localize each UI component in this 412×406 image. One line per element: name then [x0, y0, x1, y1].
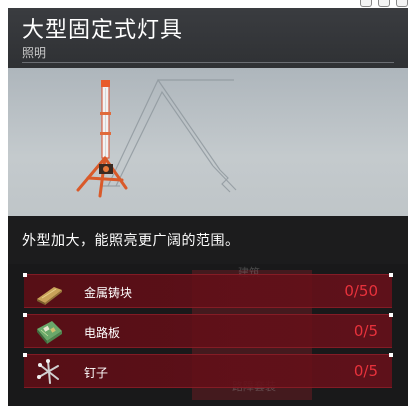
row-corner-marker	[23, 353, 27, 357]
material-name: 电路板	[84, 326, 121, 340]
maximize-button[interactable]	[378, 0, 390, 7]
material-row: 金属铸块 0/50	[23, 273, 393, 308]
window-controls	[360, 0, 408, 7]
material-count: 0/5	[353, 322, 378, 340]
row-corner-marker	[389, 353, 393, 357]
header-divider	[22, 62, 394, 63]
row-corner-marker	[23, 313, 27, 317]
metal-ingot-icon	[37, 287, 62, 305]
material-row: 钉子 0/5	[23, 353, 393, 388]
item-description: 外型加大，能照亮更广阔的范围。	[22, 233, 240, 249]
row-corner-marker	[23, 273, 27, 277]
material-name: 钉子	[84, 366, 109, 380]
item-preview	[8, 68, 408, 216]
item-title: 大型固定式灯具	[22, 18, 184, 43]
material-name: 金属铸块	[84, 286, 133, 300]
circuit-board-icon	[37, 321, 62, 344]
item-category: 照明	[22, 46, 47, 60]
material-row: 电路板 0/5	[23, 313, 393, 348]
row-corner-marker	[389, 273, 393, 277]
floodlight-model	[76, 80, 128, 198]
material-count: 0/50	[344, 282, 378, 300]
minimize-button[interactable]	[360, 0, 372, 7]
nails-icon	[37, 359, 59, 384]
row-corner-marker	[389, 313, 393, 317]
item-info-panel: 大型固定式灯具 照明 外型加大，能照亮更广阔的范围。 建筑 金属铸块 0/50 …	[8, 8, 408, 406]
preview-image	[76, 78, 237, 198]
panel-header: 大型固定式灯具 照明	[8, 8, 408, 68]
close-button[interactable]	[396, 0, 408, 7]
material-count: 0/5	[353, 362, 378, 380]
